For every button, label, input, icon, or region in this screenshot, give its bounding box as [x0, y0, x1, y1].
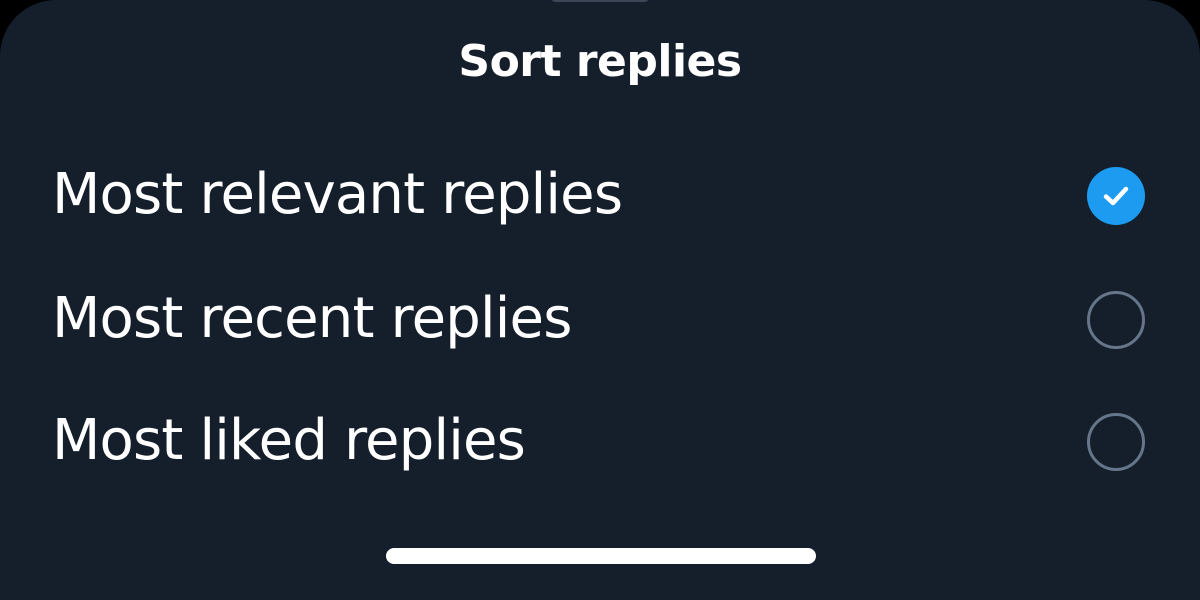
home-indicator[interactable]: [386, 548, 816, 564]
empty-radio-icon[interactable]: [1087, 413, 1145, 471]
option-most-relevant[interactable]: Most relevant replies: [0, 134, 1200, 256]
sheet-title: Sort replies: [458, 36, 742, 87]
empty-radio-icon[interactable]: [1087, 291, 1145, 349]
option-most-recent[interactable]: Most recent replies: [0, 258, 1200, 380]
option-label: Most liked replies: [52, 408, 526, 473]
sheet-drag-handle[interactable]: [552, 0, 648, 2]
option-label: Most relevant replies: [52, 162, 623, 227]
option-label: Most recent replies: [52, 286, 572, 351]
option-most-liked[interactable]: Most liked replies: [0, 380, 1200, 502]
check-circle-icon[interactable]: [1087, 167, 1145, 225]
sort-replies-sheet: Sort replies Most relevant replies Most …: [0, 0, 1200, 600]
